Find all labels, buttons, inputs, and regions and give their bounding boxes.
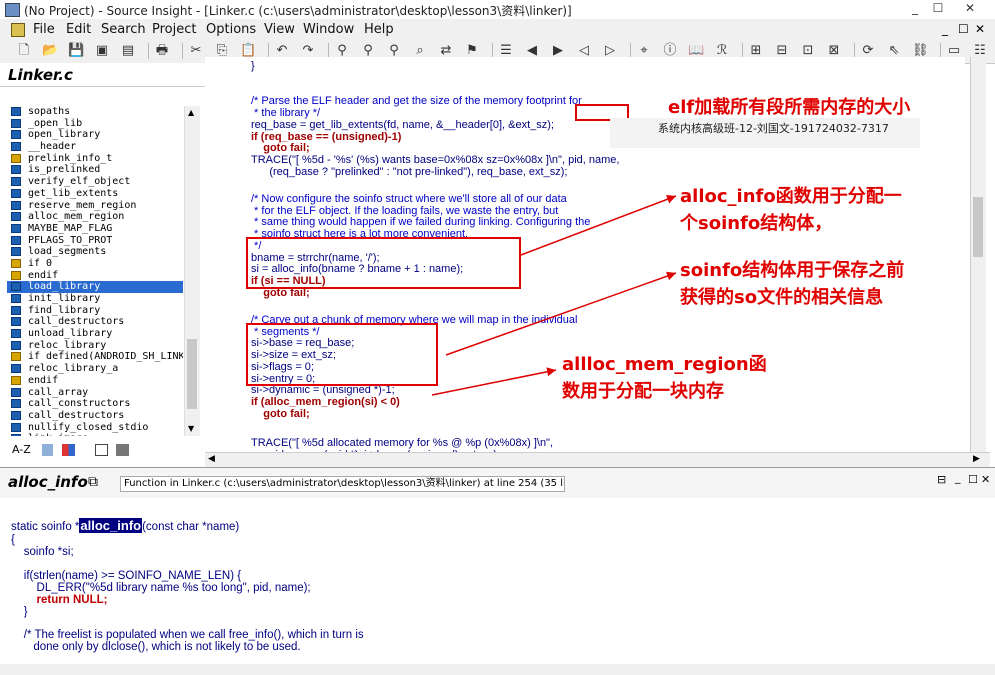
bottom-toolbar bbox=[0, 664, 995, 675]
annotation-alloc-info-2: 个soinfo结构体， bbox=[680, 213, 833, 234]
context-line: static soinfo *alloc_info(const char *na… bbox=[11, 518, 240, 533]
context-line: done only by dlclose(), which is not lik… bbox=[11, 641, 301, 653]
arrow-mem-region bbox=[431, 367, 557, 396]
watermark: 系统内核高级班-12-刘国文-191724032-7317 bbox=[610, 118, 920, 148]
context-close-button[interactable]: ✕ bbox=[981, 473, 990, 486]
context-line: DL_ERR("%5d library name %s too long", p… bbox=[11, 582, 311, 594]
context-pin-button[interactable]: ⊟ bbox=[937, 473, 946, 486]
context-minimize-button[interactable]: _ bbox=[955, 471, 961, 484]
annotation-mem-region-1: allloc_mem_region函 bbox=[562, 354, 767, 375]
annotation-ext-sz: elf加载所有段所需内存的大小 bbox=[668, 97, 911, 118]
annotation-alloc-info-1: alloc_info函数用于分配一 bbox=[680, 186, 902, 207]
context-restore-button[interactable]: ☐ bbox=[968, 473, 978, 486]
context-line: /* The freelist is populated when we cal… bbox=[11, 629, 364, 641]
highlighted-symbol: alloc_info bbox=[79, 518, 143, 533]
context-window[interactable]: static soinfo *alloc_info(const char *na… bbox=[0, 498, 995, 666]
arrow-soinfo bbox=[445, 271, 677, 356]
context-line: { bbox=[11, 534, 15, 546]
context-line: return NULL; bbox=[11, 594, 108, 606]
context-line: soinfo *si; bbox=[11, 546, 74, 558]
annotation-soinfo-1: soinfo结构体用于保存之前 bbox=[680, 260, 905, 281]
context-title: alloc_info bbox=[8, 473, 88, 491]
annotation-mem-region-2: 数用于分配一块内存 bbox=[562, 381, 724, 402]
context-info: Function in Linker.c (c:\users\administr… bbox=[120, 476, 565, 492]
context-symbol-icon: ⧉ bbox=[88, 474, 98, 490]
context-line: } bbox=[11, 606, 28, 618]
context-line: if(strlen(name) >= SOINFO_NAME_LEN) { bbox=[11, 570, 242, 582]
arrow-alloc-info bbox=[520, 194, 677, 256]
annotation-soinfo-2: 获得的so文件的相关信息 bbox=[680, 287, 884, 308]
